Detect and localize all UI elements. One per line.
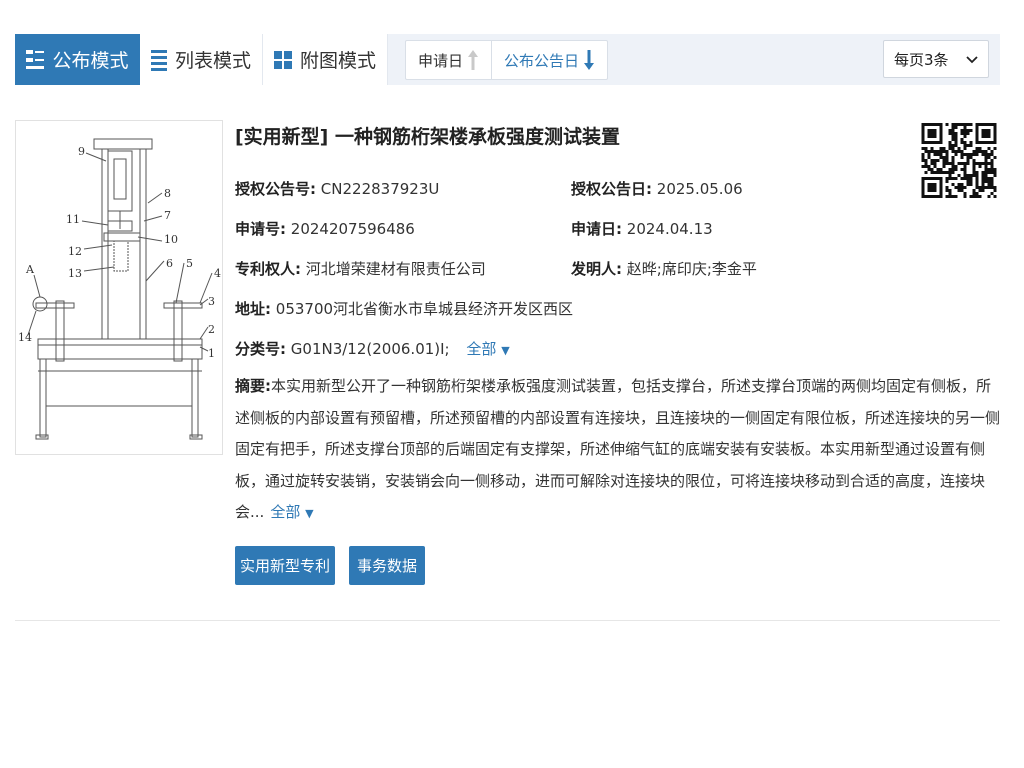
classification-field: 分类号: G01N3/12(2006.01)I; 全部 ▼ <box>235 338 510 359</box>
application-number-field: 申请号: 2024207596486 <box>235 218 415 239</box>
abstract-expand-link[interactable]: 全部 ▼ <box>270 503 313 521</box>
drawing-label: 9 <box>78 145 85 158</box>
arrow-down-icon <box>583 49 595 71</box>
qr-code-icon <box>920 122 998 246</box>
sort-publication-date[interactable]: 公布公告日 <box>491 41 607 79</box>
sort-application-date[interactable]: 申请日 <box>406 41 491 79</box>
grant-number-value: CN222837923U <box>320 180 440 198</box>
publish-mode-tab[interactable]: 公布模式 <box>15 34 140 85</box>
drawing-label: 2 <box>208 323 215 336</box>
abstract-label: 摘要: <box>235 377 271 395</box>
classification-expand-label: 全部 <box>466 340 497 358</box>
address-value: 053700河北省衡水市阜城县经济开发区西区 <box>275 300 574 318</box>
patentee-value: 河北增荣建材有限责任公司 <box>305 260 486 278</box>
patent-title[interactable]: [实用新型] 一种钢筋桁架楼承板强度测试装置 <box>235 122 620 149</box>
sort-group: 申请日 公布公告日 <box>405 40 609 80</box>
abstract-field: 摘要:本实用新型公开了一种钢筋桁架楼承板强度测试装置，包括支撑台，所述支撑台顶端… <box>235 371 1000 530</box>
grid-mode-icon <box>273 50 292 69</box>
patentee-field: 专利权人: 河北增荣建材有限责任公司 <box>235 258 486 279</box>
drawing-label: 12 <box>68 245 82 258</box>
patentee-label: 专利权人: <box>235 260 301 278</box>
transaction-data-button[interactable]: 事务数据 <box>349 546 425 585</box>
grant-date-label: 授权公告日: <box>571 180 652 198</box>
application-date-field: 申请日: 2024.04.13 <box>571 218 713 239</box>
abstract-text: 本实用新型公开了一种钢筋桁架楼承板强度测试装置，包括支撑台，所述支撑台顶端的两侧… <box>235 377 1001 521</box>
transaction-data-label: 事务数据 <box>356 557 417 575</box>
drawing-label: 10 <box>164 233 178 246</box>
classification-label: 分类号: <box>235 340 286 358</box>
utility-model-patent-label: 实用新型专利 <box>239 557 330 575</box>
abstract-expand-label: 全部 <box>270 503 301 521</box>
per-page-select[interactable]: 每页3条 <box>883 40 989 78</box>
classification-value: G01N3/12(2006.01)I; <box>290 340 450 358</box>
utility-model-patent-button[interactable]: 实用新型专利 <box>235 546 335 585</box>
application-date-label: 申请日: <box>571 220 622 238</box>
drawing-label: 14 <box>18 331 32 344</box>
caret-down-icon: ▼ <box>501 344 510 357</box>
address-field: 地址: 053700河北省衡水市阜城县经济开发区西区 <box>235 298 573 319</box>
per-page-value: 每页3条 <box>894 50 949 69</box>
inventor-value: 赵晔;席印庆;李金平 <box>626 260 757 278</box>
sort-publication-date-label: 公布公告日 <box>504 51 580 70</box>
drawing-label: 3 <box>208 295 215 308</box>
inventor-label: 发明人: <box>571 260 622 278</box>
grant-number-label: 授权公告号: <box>235 180 316 198</box>
drawing-label: 13 <box>68 267 82 280</box>
patent-drawing-thumbnail[interactable]: 9 8 7 11 10 12 13 6 5 4 3 2 1 A 14 <box>15 120 223 455</box>
drawing-label: 7 <box>164 209 171 222</box>
drawing-label: 5 <box>186 257 193 270</box>
grid-mode-label: 附图模式 <box>299 50 376 72</box>
arrow-up-icon <box>467 49 479 71</box>
list-mode-label: 列表模式 <box>174 50 251 72</box>
sort-application-date-label: 申请日 <box>418 51 464 70</box>
grant-number-field: 授权公告号: CN222837923U <box>235 178 439 199</box>
classification-expand-link[interactable]: 全部 ▼ <box>466 340 509 358</box>
list-mode-icon <box>150 49 167 71</box>
publish-mode-label: 公布模式 <box>52 50 129 72</box>
drawing-label: 8 <box>164 187 171 200</box>
grant-date-value: 2025.05.06 <box>656 180 743 198</box>
drawing-label: 1 <box>208 347 215 360</box>
drawing-label: 11 <box>66 213 80 226</box>
grant-date-field: 授权公告日: 2025.05.06 <box>571 178 743 199</box>
application-number-label: 申请号: <box>235 220 286 238</box>
patent-result: 9 8 7 11 10 12 13 6 5 4 3 2 1 A 14 [实用新型] 一种钢筋桁架楼承板强度测… <box>15 118 1000 621</box>
drawing-label: 6 <box>166 257 173 270</box>
drawing-label: 4 <box>214 267 221 280</box>
patent-drawing: 9 8 7 11 10 12 13 6 5 4 3 2 1 A 14 <box>18 138 221 440</box>
publish-mode-icon <box>26 49 45 71</box>
drawing-label: A <box>25 263 35 276</box>
view-toolbar: 公布模式 列表模式 附图模式 申请日 公布公告日 每页3条 <box>15 34 1000 85</box>
caret-down-icon: ▼ <box>305 507 314 520</box>
application-date-value: 2024.04.13 <box>626 220 713 238</box>
inventor-field: 发明人: 赵晔;席印庆;李金平 <box>571 258 757 279</box>
list-mode-tab[interactable]: 列表模式 <box>140 34 263 85</box>
application-number-value: 2024207596486 <box>290 220 415 238</box>
grid-mode-tab[interactable]: 附图模式 <box>263 34 388 85</box>
chevron-down-icon <box>966 50 978 68</box>
address-label: 地址: <box>235 300 271 318</box>
